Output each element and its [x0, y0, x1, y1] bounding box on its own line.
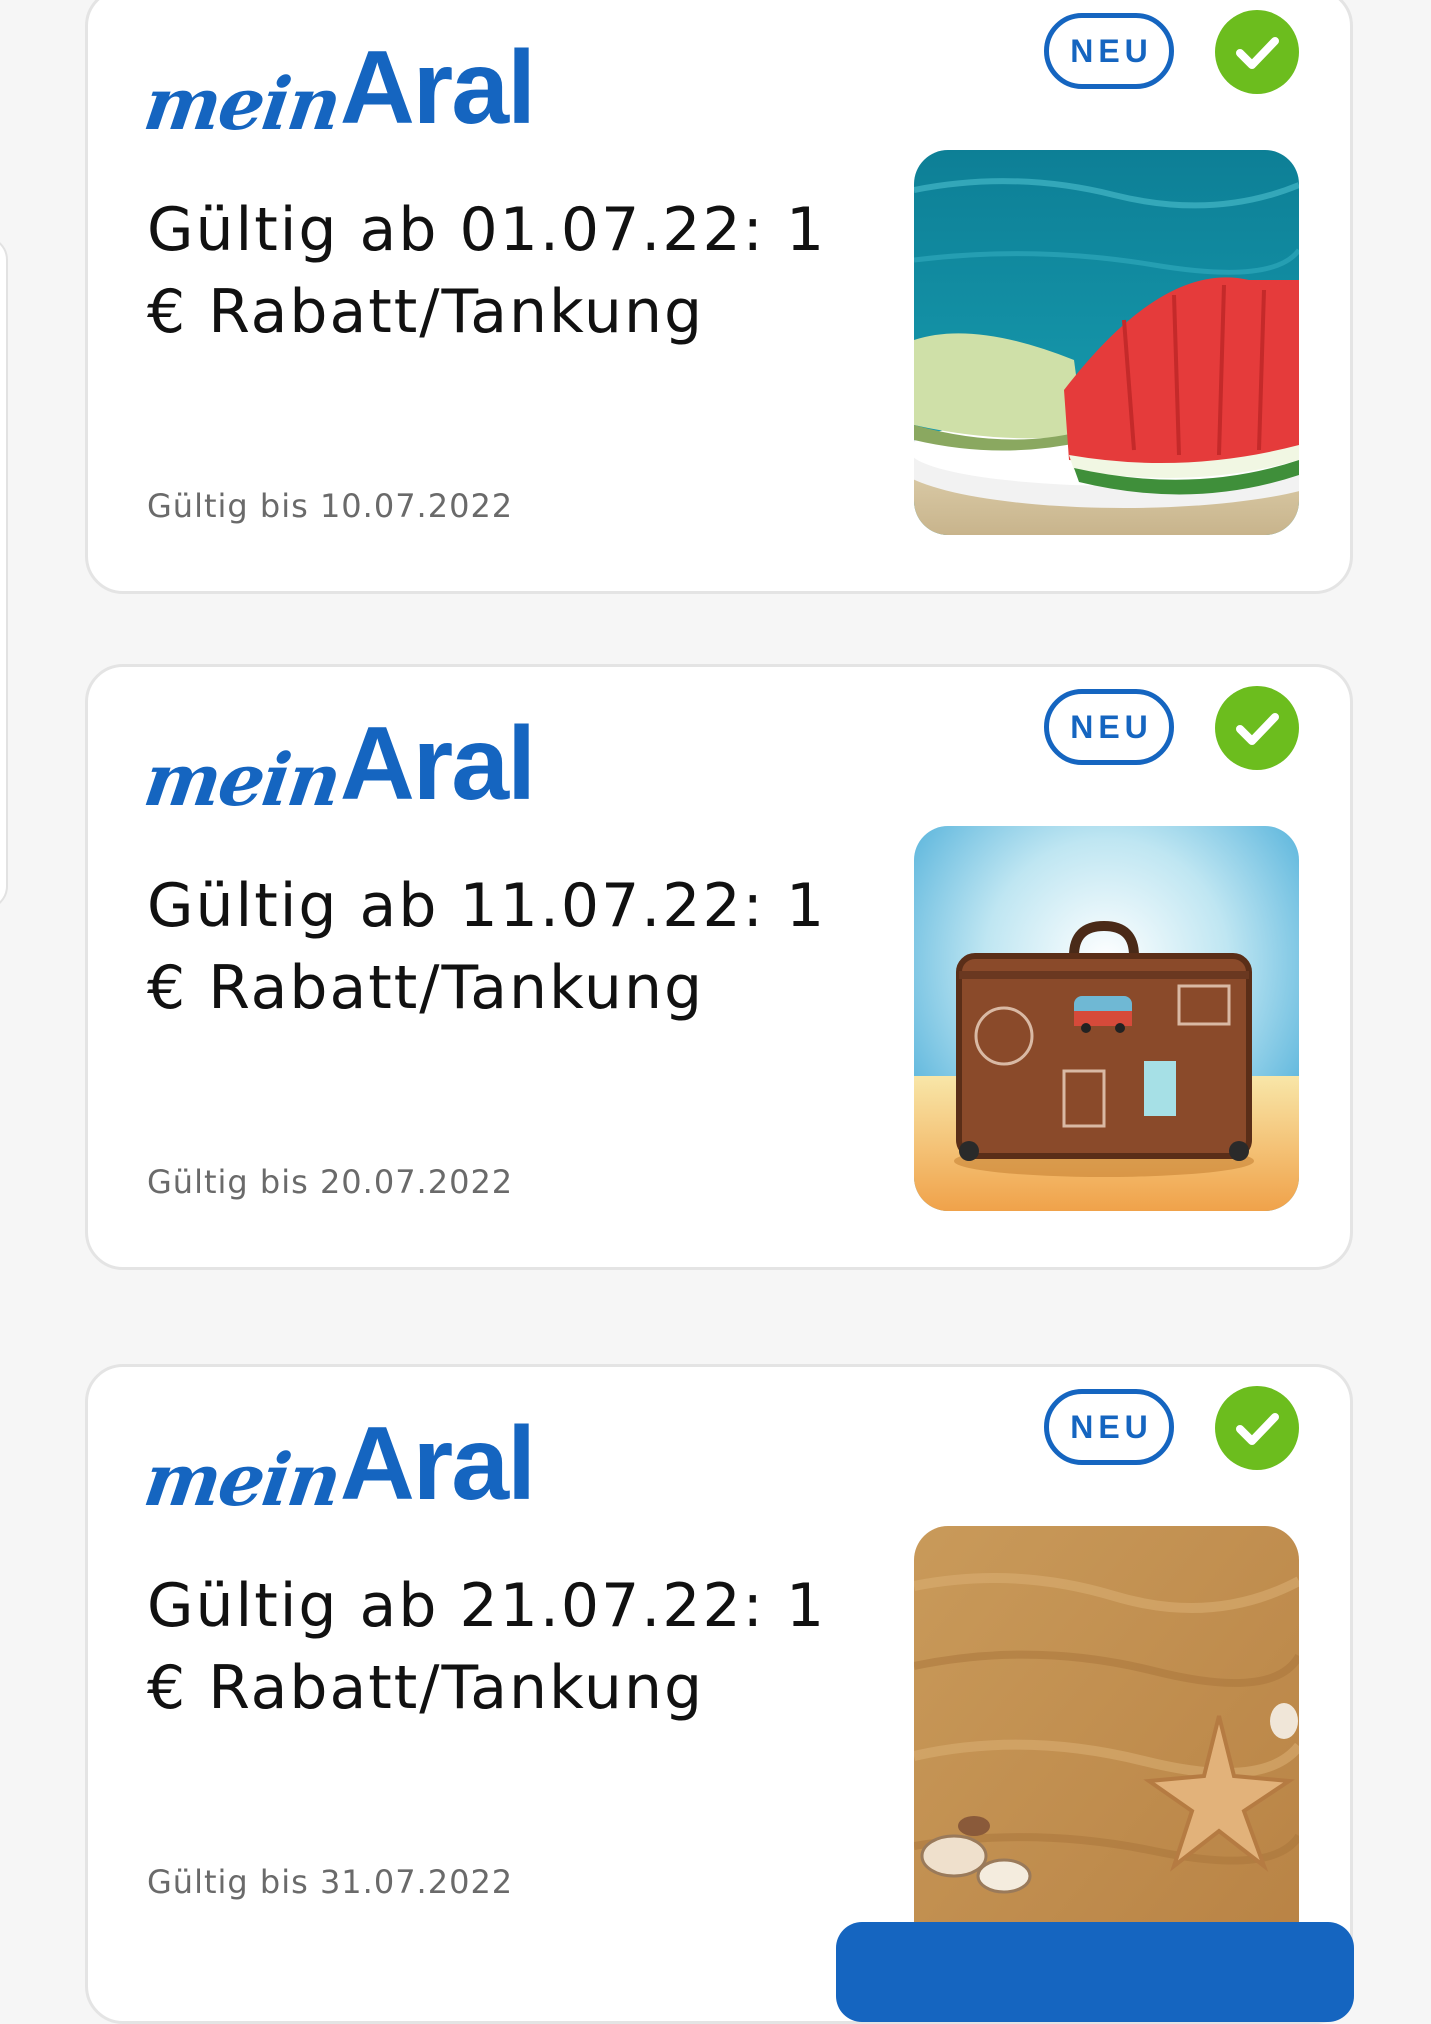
new-badge: NEU — [1044, 13, 1174, 89]
offer-image-suitcase — [914, 826, 1299, 1211]
offer-title: Gültig ab 11.07.22: 1 € Rabatt/Tankung — [147, 871, 827, 1023]
offer-image-melon — [914, 150, 1299, 535]
offer-validity: Gültig bis 10.07.2022 — [147, 487, 514, 525]
offer-image-sand — [914, 1526, 1299, 1986]
check-icon[interactable] — [1215, 686, 1299, 770]
new-badge: NEU — [1044, 1389, 1174, 1465]
offer-title: Gültig ab 01.07.22: 1 € Rabatt/Tankung — [147, 195, 827, 347]
mein-aral-logo: meinAral — [139, 706, 536, 822]
offer-title: Gültig ab 21.07.22: 1 € Rabatt/Tankung — [147, 1571, 827, 1723]
floating-action-button[interactable] — [836, 1922, 1354, 2022]
offer-validity: Gültig bis 31.07.2022 — [147, 1863, 514, 1901]
mein-aral-logo: meinAral — [139, 30, 536, 146]
mein-aral-logo: meinAral — [139, 1406, 536, 1522]
check-icon[interactable] — [1215, 1386, 1299, 1470]
new-badge: NEU — [1044, 689, 1174, 765]
offer-card[interactable]: meinAral NEU Gültig ab 11.07.22: 1 € Rab… — [85, 664, 1353, 1270]
check-icon[interactable] — [1215, 10, 1299, 94]
offer-validity: Gültig bis 20.07.2022 — [147, 1163, 514, 1201]
side-panel-edge — [0, 236, 8, 910]
offer-card[interactable]: meinAral NEU Gültig ab 01.07.22: 1 € Rab… — [85, 0, 1353, 594]
